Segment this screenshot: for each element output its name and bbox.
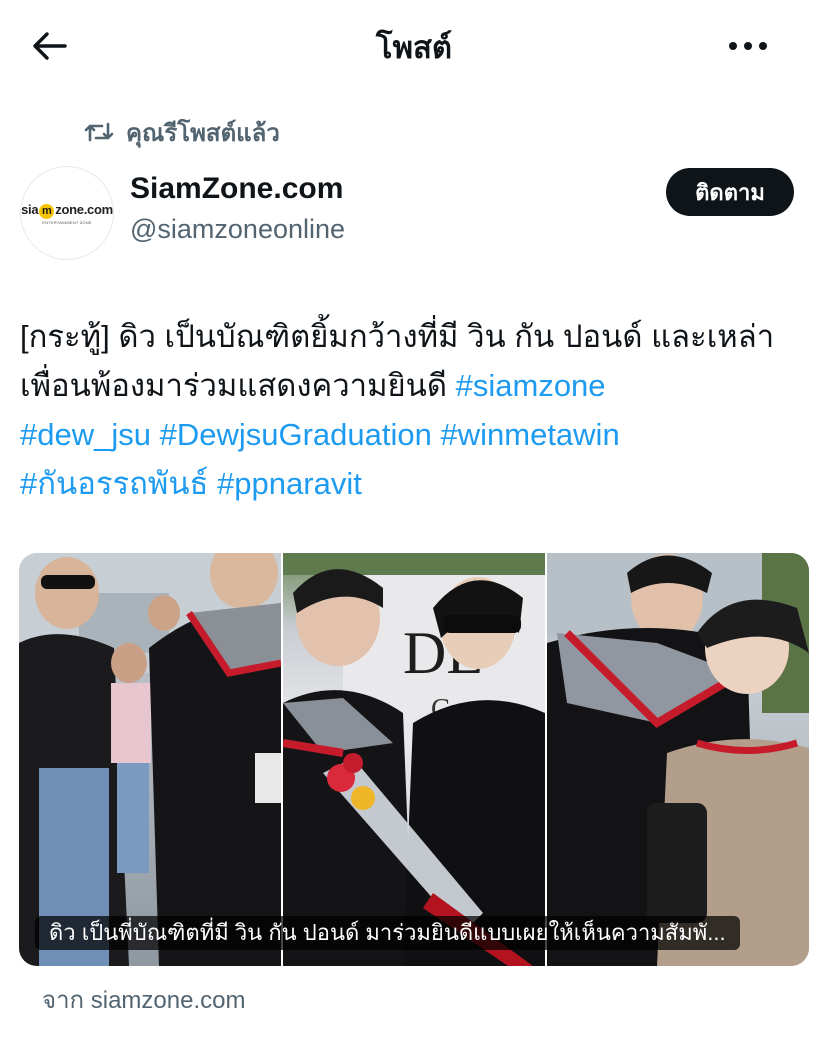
author-handle[interactable]: @siamzoneonline xyxy=(130,214,345,245)
repost-label: คุณรีโพสต์แล้ว xyxy=(126,119,280,147)
more-button[interactable] xyxy=(718,26,778,66)
hashtag-link[interactable]: #กันอรรถพันธ์ xyxy=(20,466,208,501)
logo-text-end: zone.com xyxy=(55,201,113,217)
hashtag-link[interactable]: #ppnaravit xyxy=(217,466,362,501)
photo-panel-3 xyxy=(547,553,809,966)
hashtag-link[interactable]: #DewjsuGraduation xyxy=(160,417,432,452)
photo-scene-3 xyxy=(547,553,809,966)
link-card-title: ดิว เป็นพี่บัณฑิตที่มี วิน กัน ปอนด์ มาร… xyxy=(35,916,740,950)
photo-panel-1 xyxy=(19,553,281,966)
hashtag-link[interactable]: #winmetawin xyxy=(441,417,620,452)
hashtag-link[interactable]: #siamzone xyxy=(456,368,606,403)
logo-mark: m xyxy=(39,203,55,219)
link-card-source[interactable]: จาก siamzone.com xyxy=(42,980,245,1019)
follow-button[interactable]: ติดตาม xyxy=(666,168,794,216)
logo-text-start: sia xyxy=(21,201,39,217)
logo-tagline: ENTERTAINMENT ZONE xyxy=(42,219,92,225)
siamzone-logo: sia m zone.com ENTERTAINMENT ZONE xyxy=(21,202,113,225)
more-horizontal-icon xyxy=(729,42,767,50)
top-bar: โพสต์ xyxy=(0,0,828,92)
repost-indicator: คุณรีโพสต์แล้ว xyxy=(84,114,280,150)
author-name[interactable]: SiamZone.com xyxy=(130,172,343,206)
avatar[interactable]: sia m zone.com ENTERTAINMENT ZONE xyxy=(20,166,114,260)
hashtag-link[interactable]: #dew_jsu xyxy=(20,417,151,452)
photo-panel-2: DE Gra xyxy=(283,553,545,966)
page-title: โพสต์ xyxy=(375,30,453,65)
post-text: [กระทู้] ดิว เป็นบัณฑิตยิ้มกว้างที่มี วิ… xyxy=(20,312,810,508)
photo-scene-1 xyxy=(19,553,281,966)
post-body: [กระทู้] ดิว เป็นบัณฑิตยิ้มกว้างที่มี วิ… xyxy=(20,319,775,403)
repost-icon xyxy=(84,122,114,142)
link-card-image[interactable]: DE Gra xyxy=(19,553,809,966)
photo-scene-2: DE Gra xyxy=(283,553,545,966)
